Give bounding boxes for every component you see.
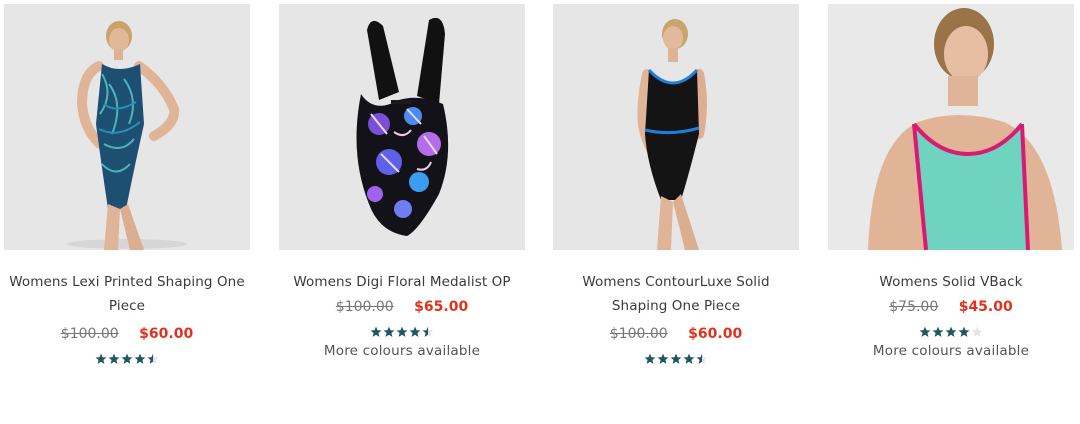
price-row: $75.00 $45.00 — [828, 299, 1074, 315]
star-rating — [828, 323, 1074, 339]
star-icon — [370, 326, 381, 337]
star-icon — [409, 326, 420, 337]
product-image[interactable] — [279, 4, 525, 250]
star-icon — [670, 353, 681, 364]
price-row: $100.00 $60.00 — [553, 326, 799, 342]
more-colours-link[interactable]: More colours available — [279, 343, 525, 359]
star-icon — [696, 353, 707, 364]
more-colours-link[interactable]: More colours available — [828, 343, 1074, 359]
product-name[interactable]: Womens Lexi Printed Shaping One Piece — [4, 270, 250, 318]
product-name[interactable]: Womens Digi Floral Medalist OP — [279, 270, 525, 294]
star-rating — [553, 350, 799, 366]
product-image[interactable] — [4, 4, 250, 250]
star-icon — [644, 353, 655, 364]
star-icon — [683, 353, 694, 364]
sale-price: $65.00 — [414, 299, 469, 315]
original-price: $75.00 — [889, 299, 939, 315]
product-card[interactable]: Womens Solid VBack $75.00 $45.00 More co… — [828, 4, 1074, 359]
star-rating — [279, 323, 525, 339]
star-icon — [147, 353, 158, 364]
star-icon — [95, 353, 106, 364]
star-icon — [383, 326, 394, 337]
sale-price: $45.00 — [958, 299, 1013, 315]
sale-price: $60.00 — [688, 326, 743, 342]
star-icon — [657, 353, 668, 364]
star-icon — [396, 326, 407, 337]
product-image[interactable] — [828, 4, 1074, 250]
product-name[interactable]: Womens Solid VBack — [828, 270, 1074, 294]
star-icon — [121, 353, 132, 364]
product-card[interactable]: Womens Digi Floral Medalist OP $100.00 $… — [279, 4, 525, 359]
star-icon — [422, 326, 433, 337]
star-icon — [958, 326, 969, 337]
price-row: $100.00 $65.00 — [279, 299, 525, 315]
product-name[interactable]: Womens ContourLuxe Solid Shaping One Pie… — [553, 270, 799, 318]
star-icon — [919, 326, 930, 337]
original-price: $100.00 — [609, 326, 668, 342]
star-rating — [4, 350, 250, 366]
star-icon — [971, 326, 982, 337]
product-grid: Womens Lexi Printed Shaping One Piece $1… — [0, 0, 1080, 424]
star-icon — [108, 353, 119, 364]
star-icon — [134, 353, 145, 364]
star-icon — [945, 326, 956, 337]
sale-price: $60.00 — [139, 326, 194, 342]
product-card[interactable]: Womens ContourLuxe Solid Shaping One Pie… — [553, 4, 799, 370]
price-row: $100.00 $60.00 — [4, 326, 250, 342]
product-image[interactable] — [553, 4, 799, 250]
original-price: $100.00 — [335, 299, 394, 315]
product-card[interactable]: Womens Lexi Printed Shaping One Piece $1… — [4, 4, 250, 370]
original-price: $100.00 — [60, 326, 119, 342]
star-icon — [932, 326, 943, 337]
